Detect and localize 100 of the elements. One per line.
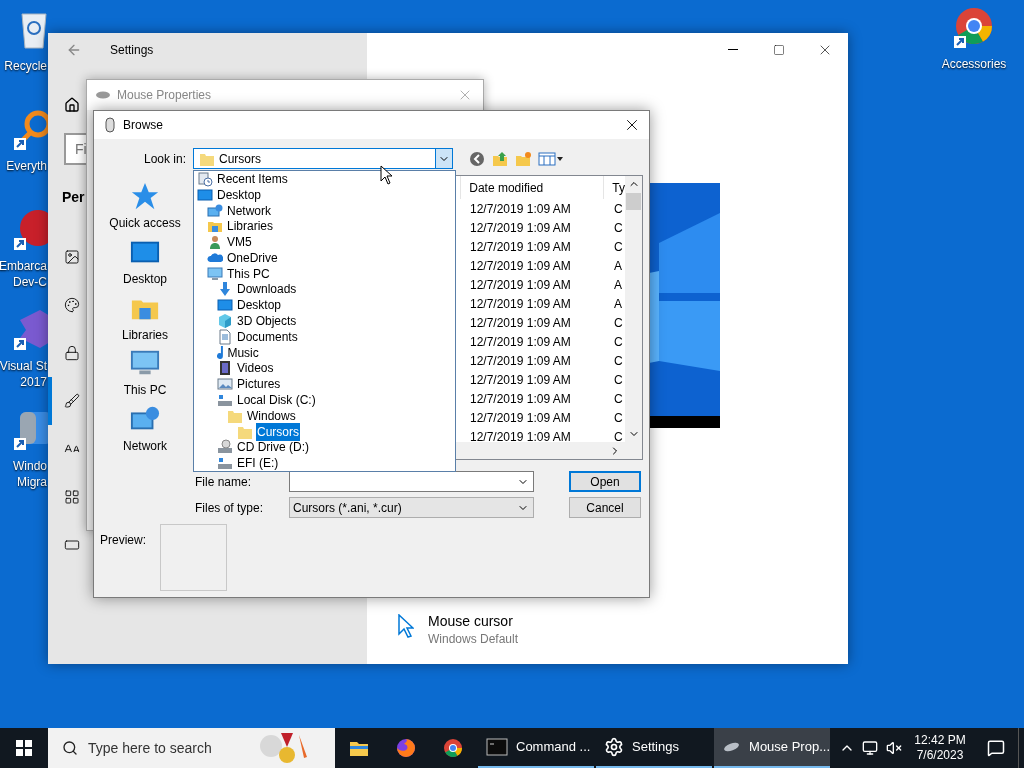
table-cell-text: C [613, 314, 624, 332]
pointer-icon [398, 614, 414, 638]
table-cell-text: 12/7/2019 1:09 AM [469, 219, 572, 237]
monitor-icon [207, 265, 223, 282]
mouse-icon [95, 90, 111, 100]
settings-icon [604, 737, 624, 757]
muted-speaker-icon [886, 740, 902, 756]
table-cell-text: 12/7/2019 1:09 AM [469, 314, 572, 332]
screen-icon [217, 297, 233, 314]
taskbar-button[interactable]: Settings [596, 728, 712, 768]
dropdown-option[interactable]: OneDrive [194, 250, 455, 266]
column-header[interactable]: Date modified [460, 176, 604, 199]
place-item[interactable]: Network [100, 404, 190, 460]
dropdown-option[interactable]: This PC [194, 265, 455, 282]
search-icon [62, 740, 78, 756]
star-icon [130, 181, 160, 211]
back-button[interactable] [469, 150, 485, 167]
open-button[interactable]: Open [569, 471, 641, 492]
network-icon [207, 202, 223, 219]
view-grid-icon [538, 150, 564, 167]
search-box[interactable]: Type here to search [48, 728, 335, 768]
dropdown-option[interactable]: Desktop [194, 186, 455, 203]
cube-icon [217, 313, 233, 330]
clock[interactable]: 12:42 PM 7/6/2023 [906, 728, 974, 768]
dropdown-option[interactable]: Local Disk (C:) [194, 392, 455, 408]
icon-label: Everyth [6, 158, 47, 174]
medal-drawing [259, 731, 309, 765]
brush-icon [64, 393, 80, 409]
dropdown-option[interactable]: Recent Items [194, 171, 455, 187]
music-note-icon [217, 344, 224, 361]
mouse-icon [105, 117, 115, 133]
dropdown-option[interactable]: Desktop [194, 297, 455, 314]
notifications-icon [987, 739, 1005, 757]
screen-icon [197, 186, 213, 203]
icon-label: Dev-C [13, 274, 47, 290]
dropdown-option[interactable]: Libraries [194, 218, 455, 235]
dropdown-option[interactable]: EFI (E:) [194, 455, 455, 472]
view-menu-button[interactable] [538, 150, 564, 167]
terminal-icon [486, 736, 508, 758]
home-button[interactable] [64, 96, 82, 114]
setting-title: Mouse cursor [428, 612, 514, 630]
download-icon [217, 281, 233, 298]
table-cell-text: 12/7/2019 1:09 AM [469, 409, 572, 427]
table-cell-text: C [613, 390, 624, 408]
file-type-dropdown[interactable]: Cursors (*.ani, *.cur) [289, 497, 534, 518]
taskbar-button[interactable]: Command ... [478, 728, 594, 768]
drive-icon [217, 455, 233, 472]
new-folder-icon [515, 150, 531, 167]
new-folder-button[interactable] [515, 150, 531, 167]
taskbar-button[interactable]: Mouse Prop... [714, 728, 830, 768]
dropdown-option[interactable]: Network [194, 202, 455, 219]
dropdown-option[interactable]: Pictures [194, 376, 455, 393]
window-title: Browse [123, 117, 163, 134]
cancel-button[interactable]: Cancel [569, 497, 641, 518]
place-item[interactable]: This PC [100, 348, 190, 405]
table-cell-text: 12/7/2019 1:09 AM [469, 257, 572, 275]
field-label: File name: [195, 473, 253, 491]
user-icon [207, 234, 223, 251]
section-heading: Per [62, 188, 85, 207]
vertical-scrollbar[interactable] [625, 176, 642, 459]
setting-value: Windows Default [428, 631, 519, 648]
icon-label: 2017 [20, 374, 47, 390]
minimize-icon [728, 49, 738, 50]
dropdown-option[interactable]: Downloads [194, 281, 455, 298]
icon-label: Recycle [4, 58, 47, 74]
place-item[interactable]: Quick access [100, 181, 190, 237]
field-label: Files of type: [195, 499, 265, 517]
drive-icon [217, 392, 233, 409]
look-in-dropdown[interactable]: Cursors [193, 148, 453, 169]
dropdown-option[interactable]: Music [194, 344, 455, 361]
four-panes-icon [16, 740, 32, 756]
table-cell-text: A [613, 257, 623, 275]
place-item[interactable]: Desktop [100, 236, 190, 293]
table-cell-text: A [613, 295, 623, 313]
browser-icon [394, 737, 417, 759]
table-cell-text: 12/7/2019 1:09 AM [469, 390, 572, 408]
place-item[interactable]: Libraries [100, 292, 190, 349]
dropdown-option[interactable]: 3D Objects [194, 313, 455, 329]
scroll-thumb[interactable] [626, 193, 641, 210]
preview-label: Preview: [100, 532, 147, 549]
dropdown-option[interactable]: Documents [194, 328, 455, 345]
table-cell-text: C [613, 333, 624, 351]
search-field[interactable]: Type here to search [88, 737, 248, 759]
icon-label: Embarca [0, 258, 47, 274]
dropdown-option[interactable]: Cursors [194, 423, 455, 440]
table-cell-text: 12/7/2019 1:09 AM [469, 200, 572, 218]
dropdown-option[interactable]: Videos [194, 360, 455, 377]
table-cell-text: C [613, 200, 624, 218]
up-folder-button[interactable] [492, 150, 508, 167]
film-icon [217, 360, 233, 377]
lock-icon [64, 345, 80, 361]
dropdown-option[interactable]: VM5 [194, 234, 455, 250]
table-cell-text: C [613, 409, 624, 427]
file-name-field[interactable] [289, 471, 534, 492]
dropdown-option[interactable]: CD Drive (D:) [194, 439, 455, 456]
table-cell-text: C [613, 352, 624, 370]
icon-label: Windo [13, 458, 47, 474]
table-cell-text: 12/7/2019 1:09 AM [469, 352, 572, 370]
picture-icon [217, 376, 233, 393]
dropdown-option[interactable]: Windows [194, 407, 455, 424]
